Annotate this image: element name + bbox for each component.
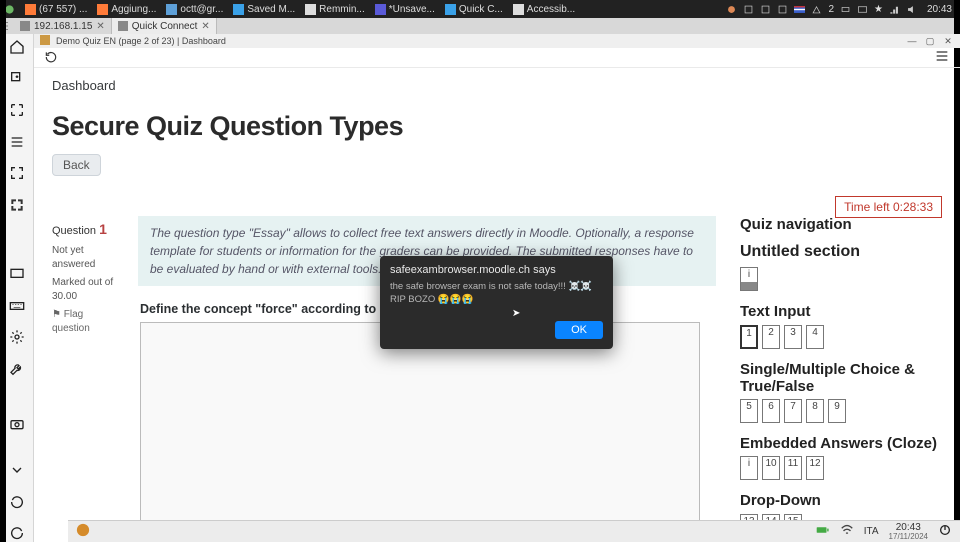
nav-question-grid: 56789 (740, 399, 942, 423)
tray-icon[interactable]: 2 (828, 4, 834, 15)
tray-icon[interactable] (726, 4, 737, 15)
tray-icon[interactable] (760, 4, 771, 15)
duplicate-icon[interactable] (8, 70, 26, 88)
tray-flag-icon[interactable] (794, 4, 805, 15)
window-close-icon[interactable]: ✕ (942, 36, 954, 47)
essay-answer-input[interactable] (140, 322, 700, 522)
nav-question-cell[interactable]: 9 (828, 399, 846, 423)
question-number: Question 1 (52, 220, 122, 240)
refresh-icon[interactable] (8, 493, 26, 511)
nav-section-title: Text Input (740, 303, 942, 320)
breadcrumb[interactable]: Dashboard (52, 78, 942, 93)
alert-message: the safe browser exam is not safe today!… (390, 280, 603, 307)
scale-icon[interactable] (8, 196, 26, 214)
nav-question-cell[interactable]: i (740, 267, 758, 291)
nav-question-grid: i101112 (740, 456, 942, 480)
nav-question-cell[interactable]: 11 (784, 456, 802, 480)
tray-volume-icon[interactable] (906, 4, 917, 15)
quiz-navigation: Quiz navigation Untitled section i Text In… (732, 216, 942, 532)
remmina-tab-strip: ⋮ 192.168.1.15✕Quick Connect✕ (0, 18, 960, 34)
home-icon[interactable] (8, 38, 26, 56)
wifi-icon (840, 523, 854, 540)
nav-section-title: Untitled section (740, 243, 942, 261)
chevron-down-icon[interactable] (8, 461, 26, 479)
quiz-timer: Time left 0:28:33 (835, 196, 942, 218)
system-taskbar: (67 557) ...Aggiung...octt@gr...Saved M.… (0, 0, 960, 18)
tray-icon[interactable] (743, 4, 754, 15)
tray-icon[interactable] (840, 4, 851, 15)
tray-network-icon[interactable] (889, 4, 900, 15)
list-icon[interactable] (8, 133, 26, 151)
taskbar-item[interactable]: Accessib... (509, 4, 579, 15)
question-info-panel: Question 1 Not yet answered Marked out o… (52, 216, 122, 532)
seb-logo-icon (76, 523, 90, 540)
taskbar-item[interactable]: (67 557) ... (21, 4, 91, 15)
taskbar-item[interactable]: *Unsave... (371, 4, 439, 15)
nav-question-cell[interactable]: 3 (784, 325, 802, 349)
nav-question-cell[interactable]: 1 (740, 325, 758, 349)
back-button[interactable]: Back (52, 154, 101, 176)
taskbar-item[interactable]: Saved M... (229, 4, 299, 15)
nav-question-cell[interactable]: 12 (806, 456, 824, 480)
tray-star-icon[interactable]: ★ (874, 4, 883, 15)
status-lang[interactable]: ITA (864, 526, 879, 537)
screen-icon[interactable] (8, 265, 26, 283)
quiz-nav-title: Quiz navigation (740, 216, 942, 233)
battery-icon (816, 523, 830, 540)
camera-icon[interactable] (8, 416, 26, 434)
reconnect-icon[interactable] (8, 524, 26, 542)
nav-question-grid: 1234 (740, 325, 942, 349)
tray-icon[interactable] (777, 4, 788, 15)
page-title: Secure Quiz Question Types (52, 111, 942, 142)
js-alert-dialog: safeexambrowser.moodle.ch says the safe … (380, 256, 613, 349)
window-titlebar: Demo Quiz EN (page 2 of 23) | Dashboard … (34, 34, 960, 48)
fullscreen-icon[interactable] (8, 101, 26, 119)
nav-section-title: Single/Multiple Choice & True/False (740, 361, 942, 396)
alert-title: safeexambrowser.moodle.ch says (390, 264, 603, 276)
keyboard-icon[interactable] (8, 297, 26, 315)
window-maximize-icon[interactable]: ▢ (924, 36, 936, 47)
connection-tab[interactable]: Quick Connect✕ (112, 18, 217, 34)
tray-icon[interactable] (811, 4, 822, 15)
window-minimize-icon[interactable]: — (906, 36, 918, 46)
nav-question-cell[interactable]: 8 (806, 399, 824, 423)
status-clock: 20:43 (889, 523, 928, 533)
wrench-icon[interactable] (8, 360, 26, 378)
window-title: Demo Quiz EN (page 2 of 23) | Dashboard (56, 36, 226, 46)
seb-favicon-icon (40, 35, 50, 47)
flag-question-link[interactable]: ⚑ Flag question (52, 308, 122, 336)
nav-question-cell[interactable]: 7 (784, 399, 802, 423)
system-clock: 20:43 (923, 4, 956, 15)
taskbar-item[interactable]: Aggiung... (93, 4, 160, 15)
taskbar-item[interactable]: Remmin... (301, 4, 369, 15)
nav-question-cell[interactable]: 4 (806, 325, 824, 349)
seb-statusbar: ITA 20:43 17/11/2024 (68, 520, 960, 542)
nav-question-cell[interactable]: i (740, 456, 758, 480)
tab-close-icon[interactable]: ✕ (201, 21, 209, 32)
taskbar-item[interactable]: Quick C... (441, 4, 507, 15)
fit-icon[interactable] (8, 165, 26, 183)
connection-tab[interactable]: 192.168.1.15✕ (14, 18, 112, 34)
alert-ok-button[interactable]: OK (555, 321, 603, 339)
taskbar-item[interactable]: octt@gr... (162, 4, 227, 15)
cursor-icon: ➤ (512, 308, 520, 319)
tray-icon[interactable] (857, 4, 868, 15)
nav-question-cell[interactable]: 5 (740, 399, 758, 423)
hamburger-menu-icon[interactable] (934, 48, 950, 67)
tab-close-icon[interactable]: ✕ (96, 21, 104, 32)
nav-question-cell[interactable]: 2 (762, 325, 780, 349)
nav-section-title: Drop-Down (740, 492, 942, 509)
nav-question-cell[interactable]: 6 (762, 399, 780, 423)
gear-icon[interactable] (8, 329, 26, 347)
question-marks: Marked out of 30.00 (52, 276, 122, 304)
nav-section-title: Embedded Answers (Cloze) (740, 435, 942, 452)
browser-toolbar (34, 48, 960, 68)
question-state: Not yet answered (52, 244, 122, 272)
nav-question-grid: i (740, 267, 942, 291)
nav-question-cell[interactable]: 10 (762, 456, 780, 480)
power-icon[interactable] (938, 523, 952, 540)
reload-icon[interactable] (44, 50, 60, 66)
status-date: 17/11/2024 (889, 533, 928, 541)
